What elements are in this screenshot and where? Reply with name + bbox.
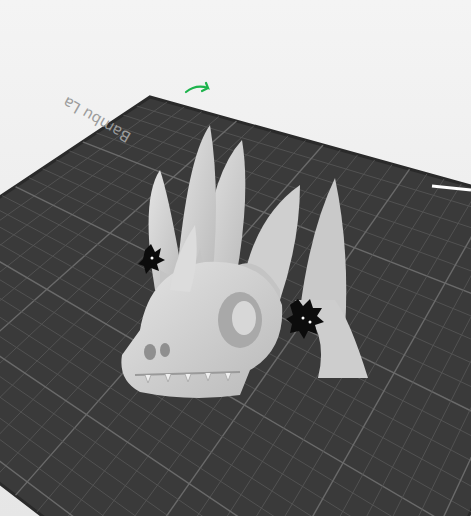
dragon-skull-model[interactable] [121,125,368,398]
plate-edge-highlight [432,186,471,190]
support-paint-mark [138,244,324,339]
3d-viewport[interactable]: Bambu La [0,0,471,516]
plate-grid [0,102,471,516]
plate-label: Bambu La [60,93,134,146]
rotate-arrow-icon[interactable] [186,83,208,92]
scene[interactable]: Bambu La [0,0,471,516]
build-plate[interactable] [0,97,471,516]
